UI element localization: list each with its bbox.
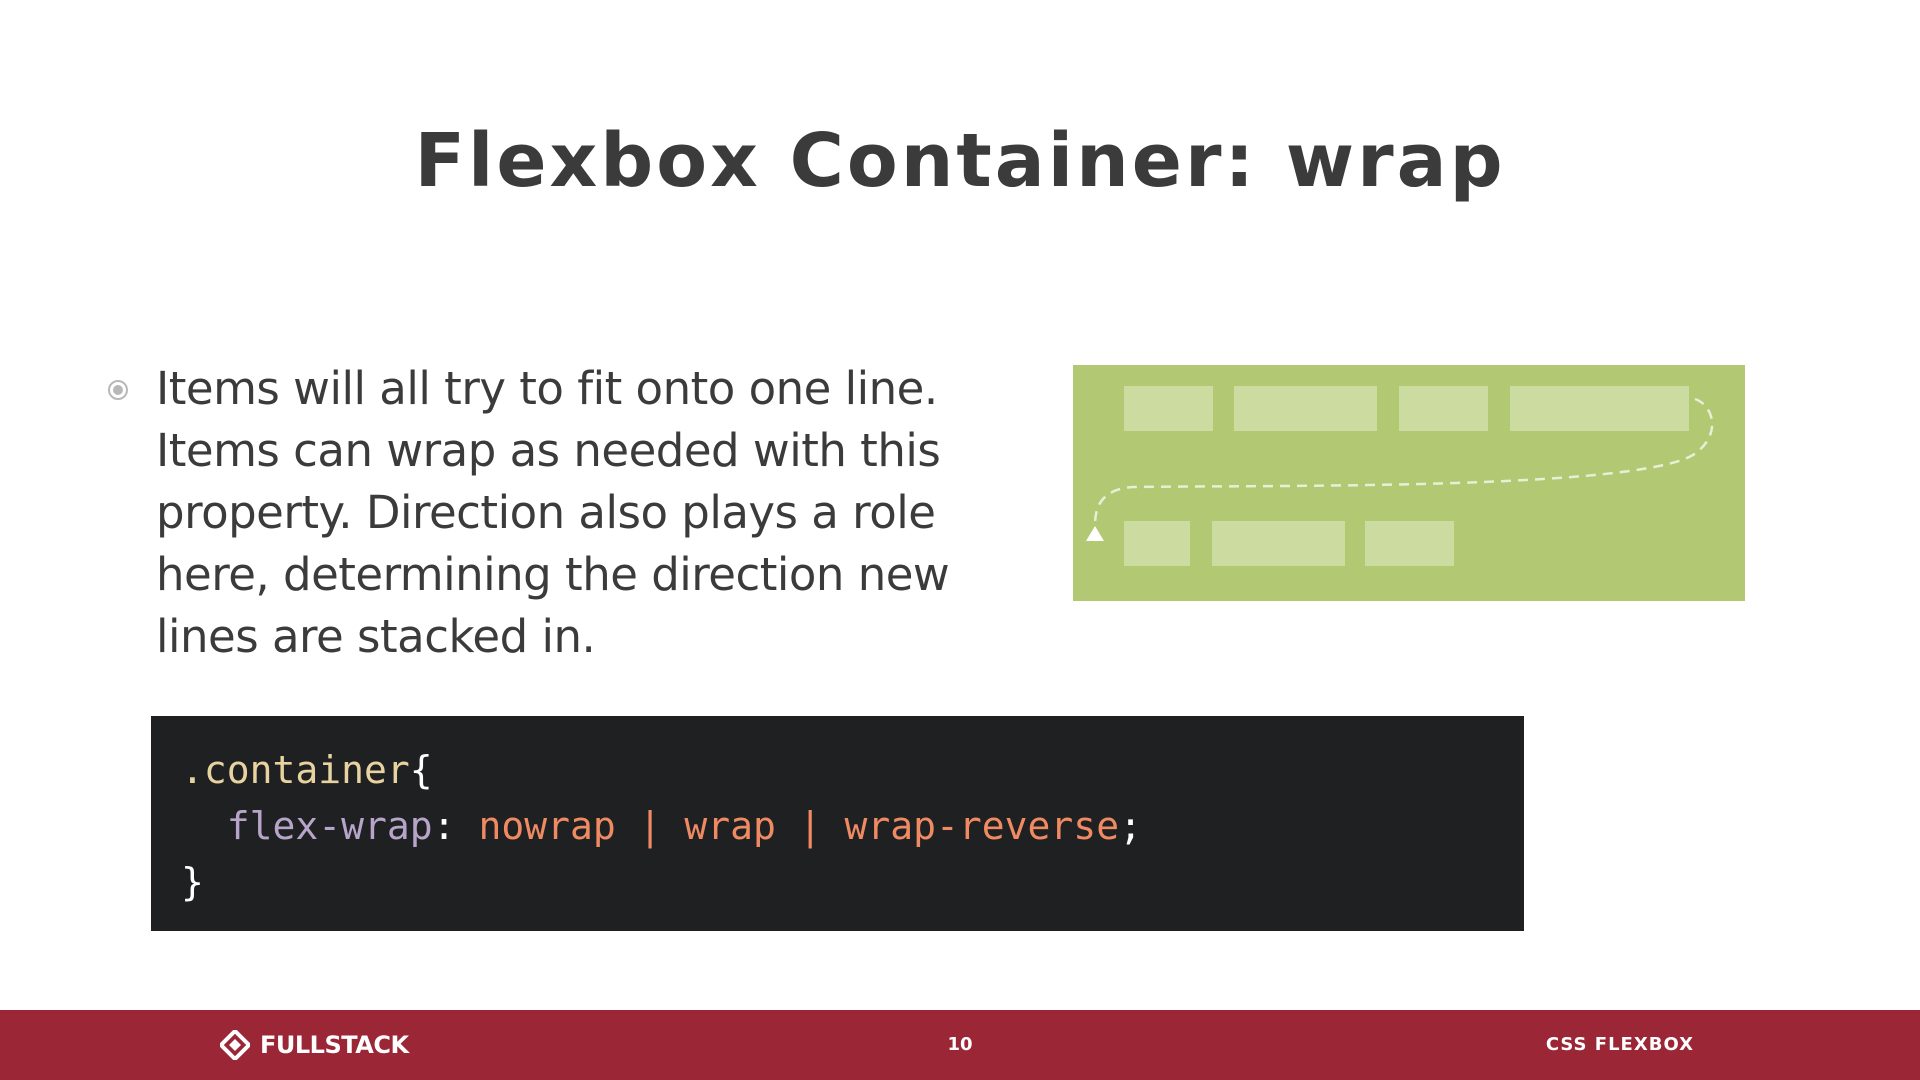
code-value-wrap-reverse: wrap-reverse xyxy=(844,804,1120,848)
bullet-circle-icon xyxy=(108,380,128,400)
code-semicolon: ; xyxy=(1119,804,1142,848)
footer-section-label: CSS FLEXBOX xyxy=(1545,1034,1694,1055)
code-close-brace: } xyxy=(181,860,204,904)
code-separator: | xyxy=(615,804,685,848)
flex-wrap-diagram xyxy=(1073,365,1745,601)
code-open-brace: { xyxy=(409,748,433,792)
code-selector: .container xyxy=(181,748,410,792)
code-value-wrap: wrap xyxy=(684,804,776,848)
wrap-path-arrow-icon xyxy=(1086,397,1714,541)
code-property: flex-wrap xyxy=(226,804,433,848)
code-separator: | xyxy=(775,804,845,848)
code-colon: : xyxy=(432,804,456,848)
footer-bar: FULLSTACK 10 CSS FLEXBOX xyxy=(0,1010,1920,1080)
slide-title: Flexbox Container: wrap xyxy=(414,118,1506,204)
code-value-nowrap: nowrap xyxy=(478,804,616,848)
slide: Flexbox Container: wrap Items will all t… xyxy=(0,0,1920,1080)
bullet-text: Items will all try to fit onto one line.… xyxy=(156,362,950,663)
code-snippet: .container{ flex-wrap: nowrap | wrap | w… xyxy=(151,716,1524,931)
